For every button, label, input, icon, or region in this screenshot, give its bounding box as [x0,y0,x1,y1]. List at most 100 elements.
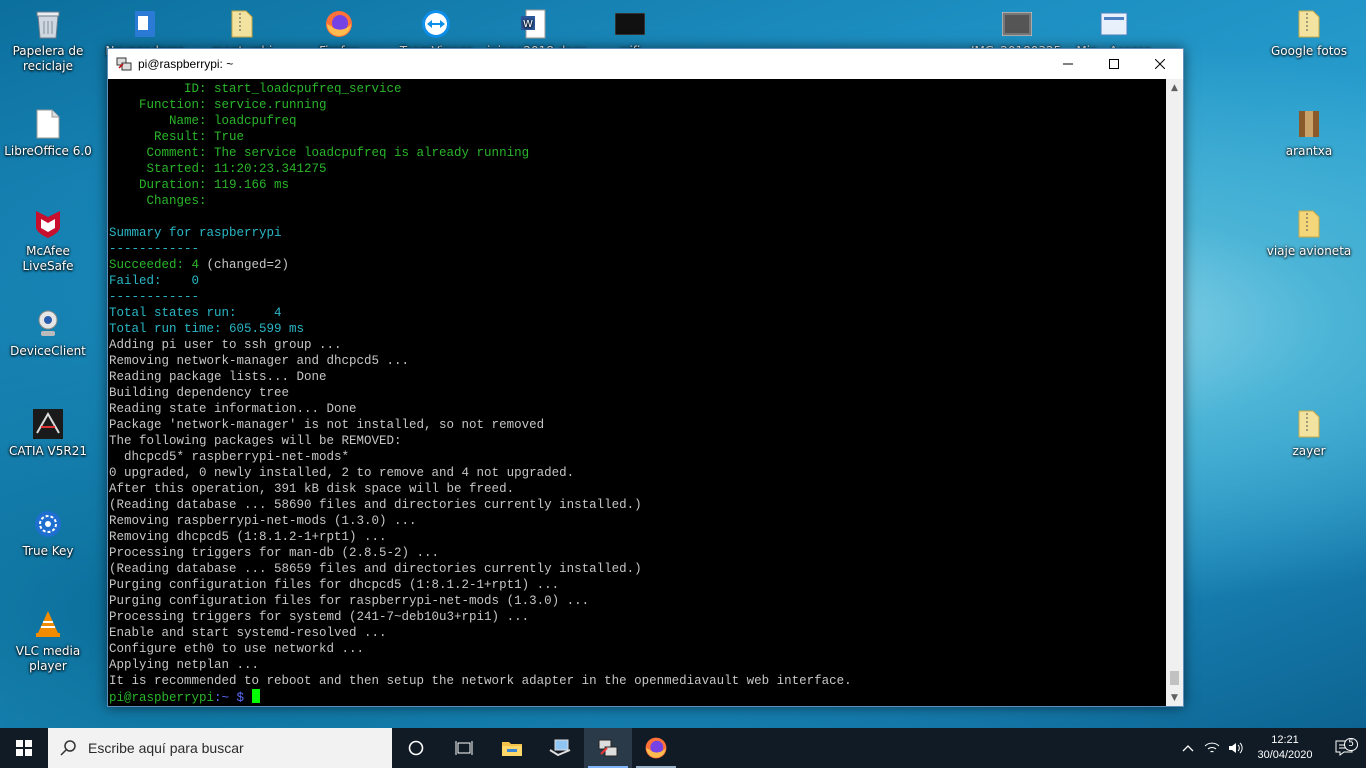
terminal-line: Applying netplan ... [109,658,260,672]
word-icon: W [517,8,549,40]
terminal-line-extra: (changed=2) [206,258,290,272]
desktop-icon-libreoffice[interactable]: LibreOffice 6.0 [2,108,94,159]
terminal-line: Summary for raspberrypi [109,226,282,240]
putty-icon [116,56,132,72]
desktop-icon-label: Papelera de reciclaje [12,44,84,73]
desktop-icon-label: zayer [1292,444,1326,458]
clock[interactable]: 12:21 30/04/2020 [1248,733,1322,763]
svg-text:W: W [523,19,533,30]
terminal-line: After this operation, 391 kB disk space … [109,482,515,496]
terminal-line: Purging configuration files for raspberr… [109,594,590,608]
cortana-icon [408,740,424,756]
putty-taskbar-button[interactable] [584,728,632,768]
desktop-icon-mcafee[interactable]: McAfee LiveSafe [2,208,94,274]
desktop-icon-label: LibreOffice 6.0 [4,144,92,158]
desktop-icon-viaje-avioneta[interactable]: viaje avioneta [1263,208,1355,259]
terminal-line: (Reading database ... 58659 files and di… [109,562,642,576]
terminal-line: Purging configuration files for dhcpcd5 … [109,578,560,592]
zip-folder-icon [226,8,258,40]
folder-icon [1293,208,1325,240]
terminal-line: ID: start_loadcpufreq_service [109,82,402,96]
terminal-line: Reading state information... Done [109,402,357,416]
image-icon [1001,8,1033,40]
scrollbar-thumb[interactable] [1170,671,1179,685]
desktop-icon-label: VLC media player [15,644,81,673]
terminal-line: It is recommended to reboot and then set… [109,674,852,688]
notification-center-button[interactable]: 5 [1322,738,1366,756]
desktop-icon-google-fotos[interactable]: Google fotos [1263,8,1355,59]
terminal-line: Duration: 119.166 ms [109,178,290,192]
search-box[interactable]: Escribe aquí para buscar [48,728,392,768]
cortana-button[interactable] [392,728,440,768]
network-pc-button[interactable] [536,728,584,768]
terminal-line: ------------ [109,290,200,304]
desktop-icon-label: Google fotos [1271,44,1347,58]
terminal-line: Reading package lists... Done [109,370,327,384]
close-button[interactable] [1137,49,1183,79]
mcafee-icon [32,208,64,240]
notification-count: 5 [1344,738,1358,751]
network-pc-icon [549,739,571,757]
system-tray: 12:21 30/04/2020 5 [1176,728,1366,768]
terminal-line: Package 'network-manager' is not install… [109,418,545,432]
terminal-line: 0 upgraded, 0 newly installed, 2 to remo… [109,466,575,480]
file-explorer-button[interactable] [488,728,536,768]
archive-icon [1293,108,1325,140]
teamviewer-icon [420,8,452,40]
terminal-prompt-line[interactable]: pi@raspberrypi:~ $ [109,689,1166,705]
terminal-cursor [251,689,260,703]
desktop-icon-label: True Key [22,544,74,558]
terminal-line: Adding pi user to ssh group ... [109,338,342,352]
terminal-line: Function: service.running [109,98,327,112]
terminal-line: Comment: The service loadcpufreq is alre… [109,146,530,160]
firefox-icon [645,737,667,759]
zip-folder-icon [1293,8,1325,40]
folder-doc-icon [129,8,161,40]
terminal-line: Succeeded: 4 (changed=2) [109,258,290,272]
terminal-line: Removing network-manager and dhcpcd5 ... [109,354,410,368]
desktop-icon-vlc[interactable]: VLC media player [2,608,94,674]
desktop-icon-arantxa[interactable]: arantxa [1263,108,1355,159]
task-view-button[interactable] [440,728,488,768]
desktop-icon-deviceclient[interactable]: DeviceClient [2,308,94,359]
terminal-window[interactable]: pi@raspberrypi: ~ ID: start_loadcpufreq_… [107,48,1184,707]
firefox-taskbar-button[interactable] [632,728,680,768]
scroll-up-icon[interactable]: ▲ [1166,79,1183,96]
vertical-scrollbar[interactable]: ▲ ▼ [1166,79,1183,706]
volume-icon[interactable] [1224,741,1248,755]
terminal-output[interactable]: ID: start_loadcpufreq_service Function: … [108,79,1166,706]
desktop-icon-label: viaje avioneta [1266,244,1352,258]
search-placeholder: Escribe aquí para buscar [88,740,244,756]
desktop-icon-truekey[interactable]: True Key [2,508,94,559]
clock-time: 12:21 [1271,734,1299,746]
start-button[interactable] [0,728,48,768]
desktop-icon-label: McAfee LiveSafe [22,244,74,273]
scroll-down-icon[interactable]: ▼ [1166,689,1183,706]
terminal-line: Processing triggers for systemd (241-7~d… [109,610,530,624]
terminal-line: ------------ [109,242,200,256]
maximize-button[interactable] [1091,49,1137,79]
terminal-line: Failed: 0 [109,274,200,288]
firefox-icon [323,8,355,40]
terminal-line: Processing triggers for man-db (2.8.5-2)… [109,546,440,560]
terminal-line: Name: loadcpufreq [109,114,297,128]
chevron-up-icon[interactable] [1176,744,1200,752]
terminal-line: Configure eth0 to use networkd ... [109,642,365,656]
taskbar: Escribe aquí para buscar 12:21 30/04/202… [0,728,1366,768]
zip-folder-icon [1293,408,1325,440]
wifi-icon[interactable] [1200,741,1224,755]
terminal-line: Removing dhcpcd5 (1:8.1.2-1+rpt1) ... [109,530,387,544]
desktop-icon-catia[interactable]: CATIA V5R21 [2,408,94,459]
minimize-button[interactable] [1045,49,1091,79]
terminal-line: Enable and start systemd-resolved ... [109,626,387,640]
desktop-icon-recycle-bin[interactable]: Papelera de reciclaje [2,8,94,74]
desktop-icon-label: DeviceClient [10,344,86,358]
terminal-line: dhcpcd5* raspberrypi-net-mods* [109,450,350,464]
desktop-icon-zayer[interactable]: zayer [1263,408,1355,459]
close-icon [1155,59,1165,69]
catia-icon [32,408,64,440]
shortcut-icon [1098,8,1130,40]
window-titlebar[interactable]: pi@raspberrypi: ~ [108,49,1183,79]
terminal-text: ID: start_loadcpufreq_service Function: … [108,79,1166,705]
